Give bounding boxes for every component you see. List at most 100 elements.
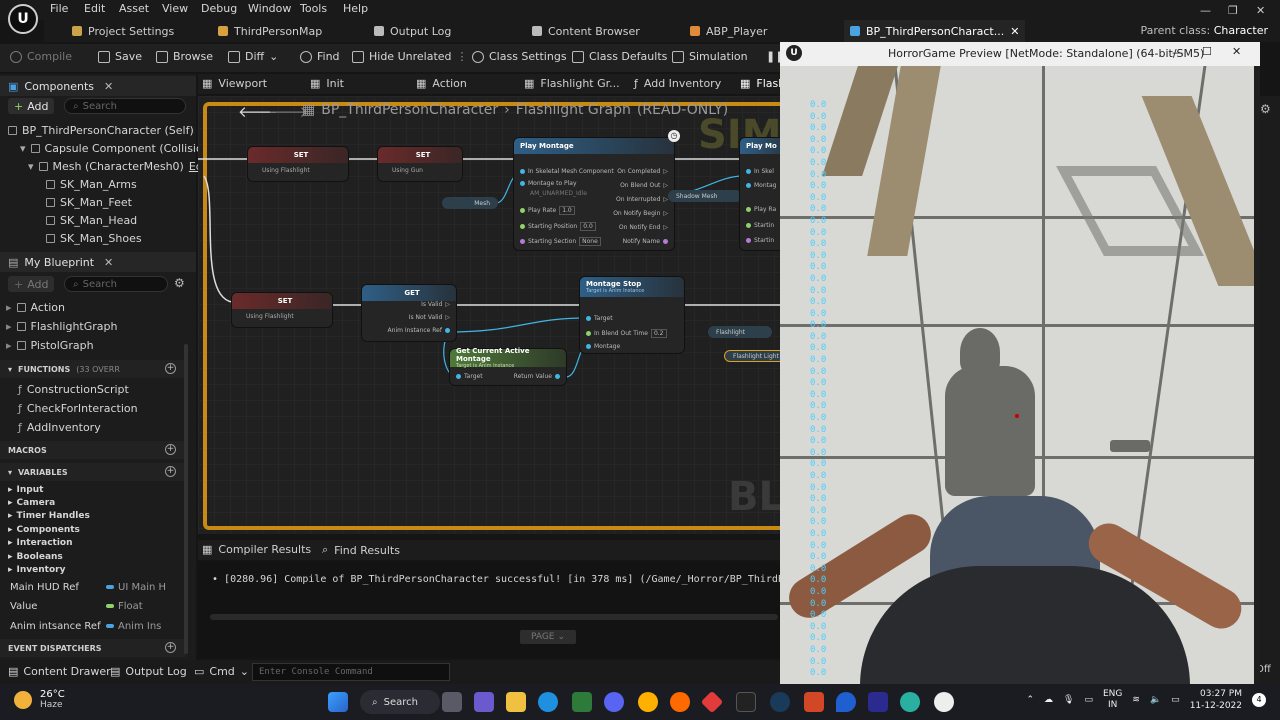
compile-button[interactable]: Compile [10, 50, 72, 63]
taskbar-search[interactable]: ⌕ Search [360, 690, 440, 714]
montage-stop-node[interactable]: Montage Stop Target is Anim Instance Tar… [580, 277, 684, 353]
restore-icon[interactable]: ❐ [1228, 4, 1238, 17]
content-drawer-button[interactable]: ▤ Content Drawer [8, 665, 111, 678]
diff-button[interactable]: Diff ⌄ [228, 50, 278, 63]
shadow-mesh-variable-node[interactable]: Shadow Mesh [668, 190, 742, 202]
page-dropdown[interactable]: PAGE ⌄ [520, 630, 576, 644]
pin-play-rate[interactable]: Play Rate 1.0 [520, 206, 575, 215]
components-add-button[interactable]: + Add [8, 98, 54, 114]
functions-section[interactable]: ▾ FUNCTIONS (33 OVERR + [0, 360, 186, 378]
menu-help[interactable]: Help [343, 2, 368, 15]
tab-project-settings[interactable]: Project Settings [72, 20, 174, 42]
variable-type[interactable]: UI Main H [106, 582, 166, 593]
unreal-engine-icon[interactable] [934, 692, 954, 712]
pin-value[interactable]: 0.0 [580, 222, 596, 231]
menu-view[interactable]: View [162, 2, 188, 15]
app-icon[interactable] [700, 690, 724, 714]
get-anim-instance-node[interactable]: GET Is Valid ▷ Is Not Valid ▷ Anim Instanc… [362, 285, 456, 341]
app-icon[interactable] [900, 692, 920, 712]
var-category-camera[interactable]: ▸ Camera [8, 498, 55, 508]
output-log-button[interactable]: ▤ Output Log [110, 665, 187, 678]
set-using-flashlight-node-2[interactable]: SET Using Flashlight [232, 293, 332, 327]
add-variable-icon[interactable]: + [165, 466, 176, 477]
event-dispatchers-section[interactable]: EVENT DISPATCHERS + [0, 639, 186, 657]
pin-value[interactable]: 0.2 [650, 329, 667, 338]
close-icon[interactable]: ✕ [1232, 45, 1241, 58]
battery-icon[interactable]: ▭ [1171, 695, 1180, 705]
firefox-icon[interactable] [670, 692, 690, 712]
cloud-icon[interactable]: ☁ [1044, 695, 1053, 705]
weather-widget[interactable]: 26°C Haze [14, 689, 65, 710]
camera-icon[interactable]: ▭ [1084, 695, 1093, 705]
tab-output-log[interactable]: Output Log [374, 20, 451, 42]
close-tab-icon[interactable]: ✕ [1010, 25, 1019, 38]
variable-value[interactable]: Value Float [10, 597, 180, 615]
set-using-flashlight-node[interactable]: SET Using Flashlight [248, 147, 348, 181]
gear-icon[interactable]: ⚙ [174, 276, 185, 290]
menu-debug[interactable]: Debug [201, 2, 237, 15]
pin-montage-to-play[interactable]: Montage to Play [520, 180, 577, 187]
pin-montage[interactable]: Montage [586, 343, 620, 350]
clock[interactable]: 03:27 PM 11-12-2022 [1190, 688, 1242, 712]
pin-target[interactable]: Target [456, 373, 483, 380]
spotify-icon[interactable] [572, 692, 592, 712]
game-viewport[interactable]: 0.0 0.0 0.0 0.0 0.0 0.0 0.0 0.0 0.0 0.0 0.0 0.0 0.0 0… [780, 66, 1254, 684]
maps-icon[interactable] [836, 692, 856, 712]
gear-icon[interactable]: ⚙ [1260, 102, 1271, 116]
component-sk-man-head[interactable]: SK_Man_Head [46, 212, 137, 229]
play-montage-node-2[interactable]: Play Mo In Skel Montag Play Ra Startin S… [740, 138, 780, 250]
pin-is-valid[interactable]: Is Valid ▷ [421, 301, 450, 308]
component-self[interactable]: BP_ThirdPersonCharacter (Self) [8, 122, 194, 139]
component-sk-man-shoes[interactable]: SK_Man_Shoes [46, 230, 142, 247]
set-using-gun-node[interactable]: SET Using Gun [378, 147, 462, 181]
edge-icon[interactable] [538, 692, 558, 712]
file-explorer-icon[interactable] [506, 692, 526, 712]
pin-starting-section[interactable]: Starting Section None [520, 237, 601, 246]
pin-value[interactable]: None [579, 237, 601, 246]
pin-in-skeletal-mesh[interactable]: In Skeletal Mesh Component [520, 168, 614, 175]
pin-on-interrupted[interactable]: On Interrupted ▷ [616, 196, 668, 203]
horizontal-scrollbar[interactable] [210, 614, 778, 620]
variable-type[interactable]: Anim Ins [106, 621, 161, 632]
components-search-input[interactable]: ⌕ Search [64, 98, 186, 114]
graph-item-flashlight[interactable]: ▸ FlashlightGraph [6, 318, 117, 335]
component-sk-man-feet[interactable]: SK_Man_Feet [46, 194, 132, 211]
app-icon[interactable] [804, 692, 824, 712]
close-icon[interactable]: ✕ [104, 80, 113, 93]
minimize-icon[interactable]: — [1172, 46, 1183, 59]
tab-content-browser[interactable]: Content Browser [532, 20, 640, 42]
var-category-timer-handles[interactable]: ▸ Timer Handles [8, 511, 90, 521]
pin-on-notify-begin[interactable]: On Notify Begin ▷ [613, 210, 668, 217]
scrollbar[interactable] [184, 344, 188, 654]
pin-starting-position[interactable]: Starting Position 0.0 [520, 222, 596, 231]
macros-section[interactable]: MACROS + [0, 441, 186, 459]
blueprint-graph[interactable]: 🡐 🡒 ▦ BP_ThirdPersonCharacter › Flashlig… [198, 96, 780, 534]
close-icon[interactable]: ✕ [104, 256, 113, 269]
play-montage-node[interactable]: Play Montage In Skeletal Mesh Component … [514, 130, 680, 250]
task-view-icon[interactable] [442, 692, 462, 712]
notification-badge[interactable]: 4 [1252, 693, 1266, 707]
wifi-icon[interactable]: ≋ [1132, 695, 1140, 705]
epic-games-icon[interactable] [736, 692, 756, 712]
parent-class-value[interactable]: Character [1214, 24, 1268, 37]
discord-icon[interactable] [604, 692, 624, 712]
my-blueprint-search-input[interactable]: ⌕ Search [64, 276, 168, 292]
pin-on-notify-end[interactable]: On Notify End ▷ [619, 224, 668, 231]
browse-button[interactable]: Browse [156, 50, 213, 63]
variable-main-hud-ref[interactable]: Main HUD Ref UI Main H [10, 578, 180, 596]
microphone-icon[interactable]: 🎙 [1063, 695, 1074, 705]
flashlight-variable-node[interactable]: Flashlight [708, 326, 772, 338]
steam-icon[interactable] [770, 692, 790, 712]
mesh-variable-node[interactable]: Mesh [442, 197, 498, 209]
tab-third-person-map[interactable]: ThirdPersonMap [218, 20, 322, 42]
class-defaults-button[interactable]: Class Defaults [572, 50, 667, 63]
maximize-icon[interactable]: ☐ [1202, 45, 1212, 58]
pin-anim-instance-ref[interactable]: Anim Instance Ref [388, 327, 450, 334]
var-category-booleans[interactable]: ▸ Booleans [8, 552, 63, 562]
component-capsule[interactable]: ▾ Capsule Component (Collision [20, 140, 210, 157]
pin-on-completed[interactable]: On Completed ▷ [617, 168, 668, 175]
add-macro-icon[interactable]: + [165, 444, 176, 455]
add-dispatcher-icon[interactable]: + [165, 642, 176, 653]
tab-abp-player[interactable]: ABP_Player [690, 20, 767, 42]
graph-item-action[interactable]: ▸ Action [6, 299, 65, 316]
